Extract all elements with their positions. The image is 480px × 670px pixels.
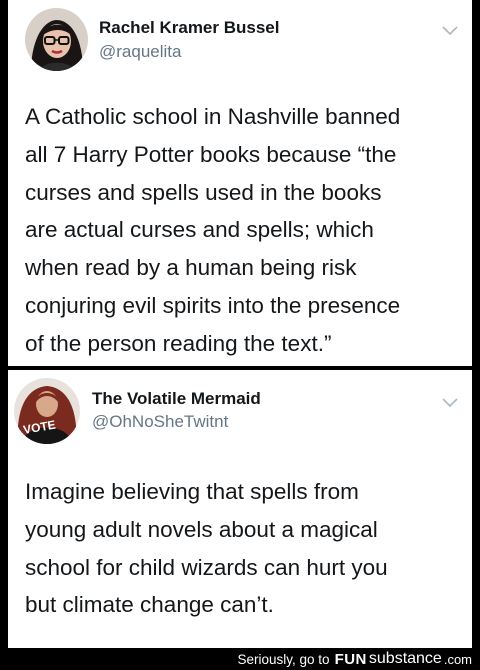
vote-shirt-avatar-icon: VOTE [14,378,80,444]
tweet-text-line: school for child wizards can hurt you [25,554,388,580]
funsubstance-logo[interactable]: FUN substance .com [335,650,472,668]
tweet-text-line: A Catholic school in Nashville banned [25,104,401,129]
user-handle[interactable]: @OhNoSheTwitnt [92,412,228,432]
logo-tld: .com [443,651,472,667]
tweet-text-line: but climate change can’t. [25,592,274,618]
avatar[interactable] [25,8,88,71]
tweet-card-1: Rachel Kramer Bussel @raquelita A Cathol… [8,0,472,366]
tweet-text-line: Imagine believing that spells from [25,479,359,504]
logo-fun: FUN [334,650,367,668]
tweet-text-line: curses and spells used in the books [25,179,382,205]
tweet-text: Imagine believing that spells from young… [25,473,465,624]
tweet-text: A Catholic school in Nashville banned al… [25,98,465,363]
user-handle[interactable]: @raquelita [99,42,181,62]
tweet-text-line: when read by a human being risk [25,255,357,281]
tweet-text-line: young adult novels about a magical [25,516,378,542]
display-name[interactable]: Rachel Kramer Bussel [99,18,279,38]
chevron-down-icon[interactable] [441,24,459,36]
tweet-text-line: of the person reading the text.” [25,330,332,356]
chevron-down-icon[interactable] [441,396,459,408]
display-name[interactable]: The Volatile Mermaid [92,389,261,409]
avatar[interactable]: VOTE [14,378,80,444]
tweet-text-line: conjuring evil spirits into the presence [25,292,401,318]
person-with-glasses-avatar-icon [25,8,88,71]
footer-prefix: Seriously, go to [237,651,330,667]
tweet-text-line: all 7 Harry Potter books because “the [25,141,397,167]
logo-substance: substance [368,650,442,667]
tweet-card-2: VOTE The Volatile Mermaid @OhNoSheTwitnt… [8,370,472,648]
watermark-footer: Seriously, go to FUN substance .com [238,648,473,670]
tweet-text-line: are actual curses and spells; which [25,217,374,243]
